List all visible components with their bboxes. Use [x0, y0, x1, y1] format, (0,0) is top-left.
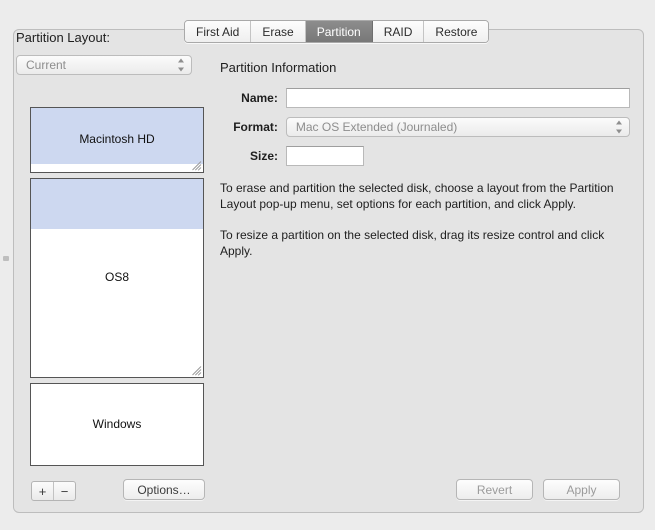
format-popup[interactable]: Mac OS Extended (Journaled) — [285, 117, 630, 137]
tab-first-aid[interactable]: First Aid — [185, 21, 252, 42]
apply-button[interactable]: Apply — [543, 479, 620, 500]
tab-partition[interactable]: Partition — [305, 21, 373, 42]
name-row: Name: — [220, 88, 630, 108]
partition-layout-label: Partition Layout: — [16, 30, 110, 45]
tab-raid-label: RAID — [383, 24, 413, 39]
partition-information-title: Partition Information — [220, 60, 337, 75]
split-view-divider[interactable] — [0, 0, 13, 530]
tab-bar: First Aid Erase Partition RAID Restore — [184, 20, 490, 43]
options-button[interactable]: Options… — [123, 479, 205, 500]
revert-button[interactable]: Revert — [456, 479, 533, 500]
partition-name-label: Windows — [92, 416, 142, 431]
size-row: Size: — [220, 146, 630, 166]
format-popup-value: Mac OS Extended (Journaled) — [295, 120, 458, 134]
tab-restore[interactable]: Restore — [424, 21, 489, 42]
tab-raid[interactable]: RAID — [372, 21, 425, 42]
size-input[interactable] — [286, 146, 364, 166]
name-input[interactable] — [285, 88, 630, 108]
partition-layout-section: Partition Layout: Current — [16, 30, 192, 75]
partition-list: Macintosh HD OS8 Windows — [30, 107, 204, 471]
add-remove-partition-control: + − — [31, 481, 76, 501]
partition-name-label: Macintosh HD — [79, 132, 155, 146]
partition-used-fill — [31, 179, 203, 229]
partition-resize-grip-icon[interactable] — [190, 159, 202, 171]
tab-partition-label: Partition — [316, 24, 361, 39]
partition-box[interactable]: Macintosh HD — [30, 107, 204, 173]
chevron-updown-icon — [177, 58, 184, 72]
format-row: Format: Mac OS Extended (Journaled) — [220, 117, 630, 137]
tab-first-aid-label: First Aid — [196, 24, 240, 39]
partition-box[interactable]: OS8 — [30, 178, 204, 378]
format-label: Format: — [233, 120, 278, 134]
partition-layout-popup-value: Current — [26, 58, 67, 72]
partition-resize-grip-icon[interactable] — [190, 364, 202, 376]
help-paragraph-2: To resize a partition on the selected di… — [220, 228, 605, 258]
name-label: Name: — [241, 91, 278, 105]
partition-name-label: OS8 — [104, 270, 129, 284]
split-view-grip[interactable] — [3, 256, 9, 261]
partition-layout-popup[interactable]: Current — [16, 55, 192, 75]
tab-erase[interactable]: Erase — [251, 21, 306, 42]
partition-information-section: Partition Information Name: Format: Mac … — [220, 60, 630, 259]
tab-restore-label: Restore — [435, 24, 478, 39]
partition-box[interactable]: Windows — [30, 383, 204, 466]
tab-erase-label: Erase — [262, 24, 294, 39]
help-paragraph-1: To erase and partition the selected disk… — [220, 181, 614, 211]
chevron-updown-icon — [615, 120, 622, 134]
remove-partition-button[interactable]: − — [54, 482, 75, 500]
add-partition-button[interactable]: + — [32, 482, 54, 500]
size-label: Size: — [249, 149, 278, 163]
